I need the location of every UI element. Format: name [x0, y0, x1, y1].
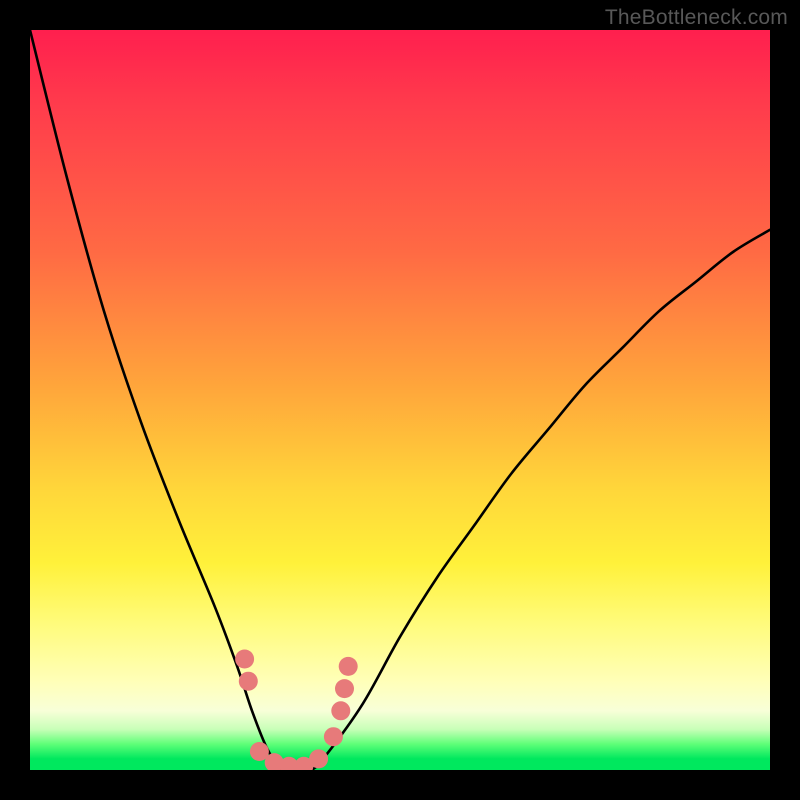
data-marker — [324, 727, 343, 746]
data-marker — [335, 679, 354, 698]
watermark-text: TheBottleneck.com — [605, 6, 788, 30]
data-marker — [331, 701, 350, 720]
plot-area — [30, 30, 770, 770]
bottleneck-curve-line — [30, 30, 770, 770]
bottleneck-curve-svg — [30, 30, 770, 770]
chart-frame: TheBottleneck.com — [0, 0, 800, 800]
data-marker — [239, 672, 258, 691]
data-marker — [235, 650, 254, 669]
data-marker — [339, 657, 358, 676]
data-marker — [309, 749, 328, 768]
data-markers — [235, 650, 358, 771]
